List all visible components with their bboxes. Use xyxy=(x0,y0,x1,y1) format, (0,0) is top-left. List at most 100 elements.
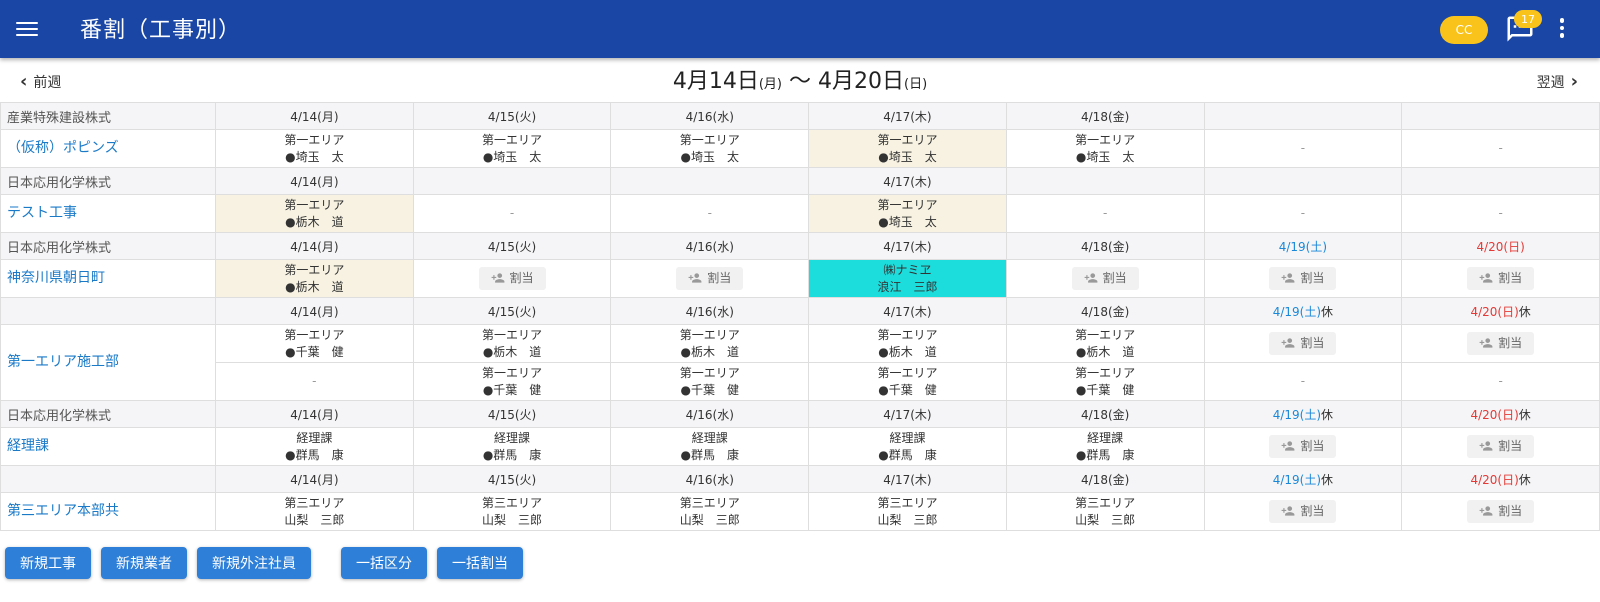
assignment-area: 経理課 xyxy=(296,430,333,445)
assignment-cell[interactable]: 第一エリア ●千葉 健 xyxy=(412,362,612,401)
project-link[interactable]: 経理課 xyxy=(0,427,216,466)
date-label: 4/19(土) xyxy=(1272,472,1322,487)
new-vendor-button[interactable]: 新規業者 xyxy=(101,547,187,579)
assignment-cell[interactable]: 経理課 ●群馬 康 xyxy=(215,427,414,466)
date-label: 4/19(土) xyxy=(1272,407,1322,422)
assignment-cell[interactable]: 第三エリア 山梨 三郎 xyxy=(610,492,810,531)
assignment-cell[interactable]: 第一エリア ●栃木 道 xyxy=(215,194,414,233)
empty-cell[interactable]: - xyxy=(1401,362,1600,401)
range-separator: 〜 xyxy=(782,69,818,94)
empty-cell[interactable]: - xyxy=(215,362,414,401)
bulk-assign-button[interactable]: 一括割当 xyxy=(437,547,523,579)
assignment-cell[interactable]: 経理課 ●群馬 康 xyxy=(808,427,1007,466)
assign-button[interactable]: 割当 xyxy=(676,266,744,290)
more-vert-icon[interactable] xyxy=(1558,18,1566,42)
assign-button[interactable]: 割当 xyxy=(1071,266,1139,290)
new-outsourced-employee-button[interactable]: 新規外注社員 xyxy=(197,547,311,579)
date-label: 4/16(水) xyxy=(685,304,734,319)
empty-cell[interactable]: - xyxy=(412,194,612,233)
assignment-worker: ●千葉 健 xyxy=(680,382,739,397)
project-link[interactable]: 第三エリア本部共 xyxy=(0,492,216,531)
date-header: 4/18(金) xyxy=(1005,232,1205,260)
assignment-cell[interactable]: 第一エリア ●千葉 健 xyxy=(1005,362,1205,401)
assignment-cell[interactable]: 経理課 ●群馬 康 xyxy=(412,427,612,466)
assignment-cell[interactable]: 第一エリア ●栃木 道 xyxy=(215,259,414,298)
date-label: 4/18(金) xyxy=(1081,109,1130,124)
assignment-area: 第一エリア xyxy=(1075,365,1136,380)
project-link[interactable]: テスト工事 xyxy=(0,194,216,233)
date-label: 4/20(日) xyxy=(1470,472,1519,487)
page-title: 番割（工事別） xyxy=(80,18,242,43)
assignment-cell[interactable]: 第一エリア ●千葉 健 xyxy=(215,324,414,363)
empty-cell[interactable]: - xyxy=(1401,194,1600,233)
bulk-category-button[interactable]: 一括区分 xyxy=(341,547,427,579)
assignment-cell[interactable]: 第三エリア 山梨 三郎 xyxy=(215,492,414,531)
app-bar: 番割（工事別） CC 17 xyxy=(0,0,1600,58)
empty-cell[interactable]: - xyxy=(1005,194,1205,233)
date-header: 4/18(金) xyxy=(1005,297,1205,325)
assign-button[interactable]: 割当 xyxy=(1467,434,1535,458)
assignment-worker: ●千葉 健 xyxy=(482,382,542,397)
new-project-button[interactable]: 新規工事 xyxy=(5,547,91,579)
menu-icon[interactable] xyxy=(16,18,40,40)
assignment-cell[interactable]: 第一エリア ●千葉 健 xyxy=(610,362,810,401)
empty-cell[interactable]: - xyxy=(1203,129,1403,168)
assign-button[interactable]: 割当 xyxy=(1269,499,1337,523)
empty-marker: - xyxy=(1300,206,1306,220)
assignment-cell[interactable]: 第一エリア ●栃木 道 xyxy=(808,324,1007,363)
empty-cell[interactable]: - xyxy=(1203,194,1403,233)
empty-marker: - xyxy=(1498,206,1503,220)
assignment-cell[interactable]: 第三エリア山梨 三郎 xyxy=(412,492,612,531)
assignment-cell[interactable]: 第一エリア ●埼玉 太 xyxy=(808,129,1007,168)
assignment-cell[interactable]: 第一エリア ●埼玉 太 xyxy=(1005,129,1205,168)
assignment-area: 第三エリア xyxy=(482,495,543,510)
assignment-worker: 山梨 三郎 xyxy=(482,512,543,527)
assignment-area: 第一エリア xyxy=(482,365,543,380)
next-week-button[interactable]: 翌週 › xyxy=(1537,72,1584,92)
project-link[interactable]: （仮称）ポピンズ xyxy=(0,129,216,168)
assign-button[interactable]: 割当 xyxy=(478,266,546,290)
date-header: 4/16(水) xyxy=(610,297,810,325)
date-header: 4/18(金) xyxy=(1005,102,1205,130)
assign-button[interactable]: 割当 xyxy=(1269,434,1337,458)
project-link[interactable]: 第一エリア施工部 xyxy=(0,324,216,401)
assignment-cell[interactable]: ㈱ナミヱ 浪江 三郎 xyxy=(808,259,1007,298)
assignment-worker: ●群馬 康 xyxy=(1075,447,1135,462)
empty-cell[interactable]: - xyxy=(1203,362,1403,401)
assignment-cell[interactable]: 第三エリア 山梨 三郎 xyxy=(1005,492,1205,531)
assignment-cell[interactable]: 第三エリア 山梨 三郎 xyxy=(808,492,1007,531)
date-label: 4/14(月) xyxy=(290,239,339,254)
date-header xyxy=(1203,102,1403,130)
assign-button[interactable]: 割当 xyxy=(1467,331,1535,355)
empty-cell[interactable]: - xyxy=(1401,129,1600,168)
assignment-cell[interactable]: 第一エリア ●栃木 道 xyxy=(412,324,612,363)
assignment-cell[interactable]: 第一エリア ●栃木 道 xyxy=(1005,324,1205,363)
assignment-cell[interactable]: 第一エリア ●千葉 健 xyxy=(808,362,1007,401)
assign-button[interactable]: 割当 xyxy=(1269,266,1337,290)
assignment-area: 第一エリア xyxy=(284,262,345,277)
assignment-cell[interactable]: 経理課 ●群馬 康 xyxy=(610,427,810,466)
assign-button[interactable]: 割当 xyxy=(1467,499,1535,523)
person-add-icon xyxy=(1479,504,1493,518)
assignment-cell[interactable]: 第一エリア ●埼玉 太 xyxy=(808,194,1007,233)
empty-cell[interactable]: - xyxy=(610,194,810,233)
assign-button[interactable]: 割当 xyxy=(1467,266,1535,290)
assignment-cell[interactable]: 第一エリア ●埼玉 太 xyxy=(215,129,414,168)
assignment-cell[interactable]: 第一エリア ●埼玉 太 xyxy=(610,129,810,168)
date-label: 4/16(水) xyxy=(685,239,734,254)
assignment-cell[interactable]: 第一エリア ●埼玉 太 xyxy=(412,129,612,168)
project-link[interactable]: 神奈川県朝日町 xyxy=(0,259,216,298)
assign-button[interactable]: 割当 xyxy=(1269,331,1337,355)
assignment-area: 第三エリア xyxy=(1075,495,1136,510)
date-label: 4/16(水) xyxy=(685,472,734,487)
date-header: 4/15(火) xyxy=(412,400,612,428)
avatar[interactable]: CC xyxy=(1440,16,1488,44)
assignment-area: 経理課 xyxy=(691,430,728,445)
date-label: 4/14(月) xyxy=(290,109,339,124)
assignment-worker: ●栃木 道 xyxy=(1075,344,1135,359)
assignment-cell[interactable]: 経理課 ●群馬 康 xyxy=(1005,427,1205,466)
start-date: 4月14日 xyxy=(672,69,759,94)
table-row: （仮称）ポピンズ 第一エリア ●埼玉 太第一エリア ●埼玉 太第一エリア ●埼玉 太第一… xyxy=(0,129,1600,168)
assignment-cell[interactable]: 第一エリア ●栃木 道 xyxy=(610,324,810,363)
assignment-area: 第一エリア xyxy=(284,327,345,342)
